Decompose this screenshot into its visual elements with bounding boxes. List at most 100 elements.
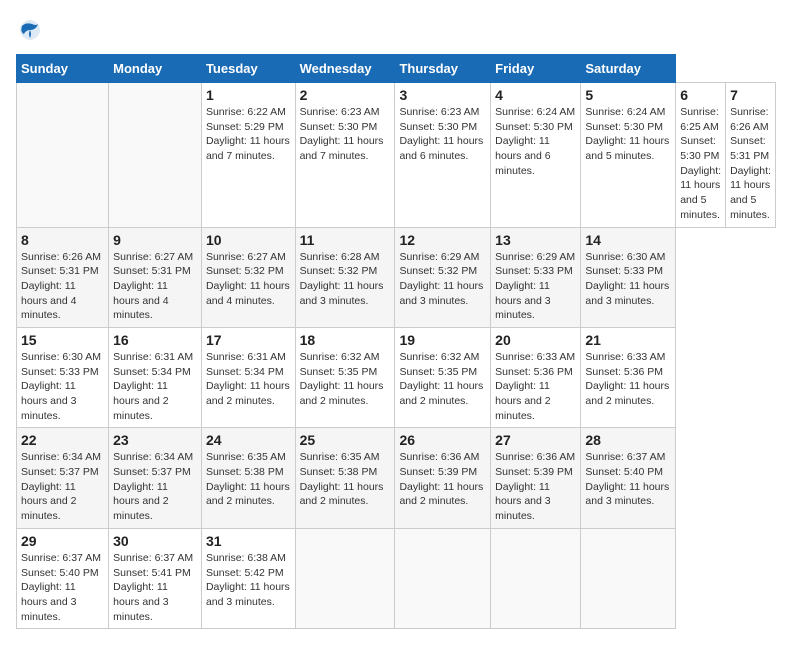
calendar-day-30: 30 Sunrise: 6:37 AMSunset: 5:41 PMDaylig… bbox=[109, 528, 202, 628]
day-info: Sunrise: 6:25 AMSunset: 5:30 PMDaylight:… bbox=[680, 105, 721, 223]
calendar-day-16: 16 Sunrise: 6:31 AMSunset: 5:34 PMDaylig… bbox=[109, 327, 202, 427]
calendar-day-26: 26 Sunrise: 6:36 AMSunset: 5:39 PMDaylig… bbox=[395, 428, 491, 528]
day-info: Sunrise: 6:33 AMSunset: 5:36 PMDaylight:… bbox=[585, 350, 671, 409]
day-number: 1 bbox=[206, 87, 291, 103]
calendar-day-27: 27 Sunrise: 6:36 AMSunset: 5:39 PMDaylig… bbox=[491, 428, 581, 528]
calendar-day-4: 4 Sunrise: 6:24 AMSunset: 5:30 PMDayligh… bbox=[491, 83, 581, 228]
day-info: Sunrise: 6:27 AMSunset: 5:32 PMDaylight:… bbox=[206, 250, 291, 309]
weekday-header-row: SundayMondayTuesdayWednesdayThursdayFrid… bbox=[17, 55, 776, 83]
calendar-day-24: 24 Sunrise: 6:35 AMSunset: 5:38 PMDaylig… bbox=[201, 428, 295, 528]
day-info: Sunrise: 6:31 AMSunset: 5:34 PMDaylight:… bbox=[113, 350, 197, 423]
calendar-day-28: 28 Sunrise: 6:37 AMSunset: 5:40 PMDaylig… bbox=[581, 428, 676, 528]
day-number: 18 bbox=[300, 332, 391, 348]
day-number: 31 bbox=[206, 533, 291, 549]
calendar-day-8: 8 Sunrise: 6:26 AMSunset: 5:31 PMDayligh… bbox=[17, 227, 109, 327]
day-number: 3 bbox=[399, 87, 486, 103]
weekday-header-saturday: Saturday bbox=[581, 55, 676, 83]
day-number: 2 bbox=[300, 87, 391, 103]
calendar-day-19: 19 Sunrise: 6:32 AMSunset: 5:35 PMDaylig… bbox=[395, 327, 491, 427]
day-info: Sunrise: 6:22 AMSunset: 5:29 PMDaylight:… bbox=[206, 105, 291, 164]
calendar-day-5: 5 Sunrise: 6:24 AMSunset: 5:30 PMDayligh… bbox=[581, 83, 676, 228]
day-info: Sunrise: 6:37 AMSunset: 5:41 PMDaylight:… bbox=[113, 551, 197, 624]
day-number: 21 bbox=[585, 332, 671, 348]
calendar-day-1: 1 Sunrise: 6:22 AMSunset: 5:29 PMDayligh… bbox=[201, 83, 295, 228]
day-info: Sunrise: 6:29 AMSunset: 5:32 PMDaylight:… bbox=[399, 250, 486, 309]
day-number: 10 bbox=[206, 232, 291, 248]
day-number: 30 bbox=[113, 533, 197, 549]
empty-cell bbox=[109, 83, 202, 228]
day-number: 8 bbox=[21, 232, 104, 248]
calendar-day-13: 13 Sunrise: 6:29 AMSunset: 5:33 PMDaylig… bbox=[491, 227, 581, 327]
calendar-day-29: 29 Sunrise: 6:37 AMSunset: 5:40 PMDaylig… bbox=[17, 528, 109, 628]
weekday-header-thursday: Thursday bbox=[395, 55, 491, 83]
calendar-day-23: 23 Sunrise: 6:34 AMSunset: 5:37 PMDaylig… bbox=[109, 428, 202, 528]
day-info: Sunrise: 6:24 AMSunset: 5:30 PMDaylight:… bbox=[495, 105, 576, 178]
day-info: Sunrise: 6:33 AMSunset: 5:36 PMDaylight:… bbox=[495, 350, 576, 423]
calendar-week-4: 29 Sunrise: 6:37 AMSunset: 5:40 PMDaylig… bbox=[17, 528, 776, 628]
day-info: Sunrise: 6:34 AMSunset: 5:37 PMDaylight:… bbox=[113, 450, 197, 523]
day-info: Sunrise: 6:37 AMSunset: 5:40 PMDaylight:… bbox=[21, 551, 104, 624]
day-info: Sunrise: 6:35 AMSunset: 5:38 PMDaylight:… bbox=[300, 450, 391, 509]
day-info: Sunrise: 6:27 AMSunset: 5:31 PMDaylight:… bbox=[113, 250, 197, 323]
weekday-header-sunday: Sunday bbox=[17, 55, 109, 83]
calendar-day-20: 20 Sunrise: 6:33 AMSunset: 5:36 PMDaylig… bbox=[491, 327, 581, 427]
calendar-week-1: 8 Sunrise: 6:26 AMSunset: 5:31 PMDayligh… bbox=[17, 227, 776, 327]
weekday-header-friday: Friday bbox=[491, 55, 581, 83]
day-number: 19 bbox=[399, 332, 486, 348]
day-info: Sunrise: 6:28 AMSunset: 5:32 PMDaylight:… bbox=[300, 250, 391, 309]
calendar-table: SundayMondayTuesdayWednesdayThursdayFrid… bbox=[16, 54, 776, 629]
day-number: 6 bbox=[680, 87, 721, 103]
day-number: 17 bbox=[206, 332, 291, 348]
day-info: Sunrise: 6:38 AMSunset: 5:42 PMDaylight:… bbox=[206, 551, 291, 610]
logo-bird-icon bbox=[16, 16, 44, 44]
day-number: 29 bbox=[21, 533, 104, 549]
day-info: Sunrise: 6:30 AMSunset: 5:33 PMDaylight:… bbox=[21, 350, 104, 423]
day-number: 4 bbox=[495, 87, 576, 103]
calendar-week-3: 22 Sunrise: 6:34 AMSunset: 5:37 PMDaylig… bbox=[17, 428, 776, 528]
calendar-day-18: 18 Sunrise: 6:32 AMSunset: 5:35 PMDaylig… bbox=[295, 327, 395, 427]
calendar-day-12: 12 Sunrise: 6:29 AMSunset: 5:32 PMDaylig… bbox=[395, 227, 491, 327]
calendar-day-6: 6 Sunrise: 6:25 AMSunset: 5:30 PMDayligh… bbox=[676, 83, 726, 228]
day-number: 11 bbox=[300, 232, 391, 248]
day-info: Sunrise: 6:26 AMSunset: 5:31 PMDaylight:… bbox=[730, 105, 771, 223]
calendar-day-22: 22 Sunrise: 6:34 AMSunset: 5:37 PMDaylig… bbox=[17, 428, 109, 528]
day-info: Sunrise: 6:36 AMSunset: 5:39 PMDaylight:… bbox=[495, 450, 576, 523]
day-number: 27 bbox=[495, 432, 576, 448]
empty-cell bbox=[295, 528, 395, 628]
day-info: Sunrise: 6:32 AMSunset: 5:35 PMDaylight:… bbox=[300, 350, 391, 409]
day-number: 24 bbox=[206, 432, 291, 448]
day-number: 22 bbox=[21, 432, 104, 448]
day-number: 26 bbox=[399, 432, 486, 448]
day-info: Sunrise: 6:36 AMSunset: 5:39 PMDaylight:… bbox=[399, 450, 486, 509]
calendar-day-25: 25 Sunrise: 6:35 AMSunset: 5:38 PMDaylig… bbox=[295, 428, 395, 528]
day-number: 16 bbox=[113, 332, 197, 348]
day-info: Sunrise: 6:31 AMSunset: 5:34 PMDaylight:… bbox=[206, 350, 291, 409]
calendar-day-21: 21 Sunrise: 6:33 AMSunset: 5:36 PMDaylig… bbox=[581, 327, 676, 427]
day-number: 9 bbox=[113, 232, 197, 248]
calendar-day-10: 10 Sunrise: 6:27 AMSunset: 5:32 PMDaylig… bbox=[201, 227, 295, 327]
calendar-day-7: 7 Sunrise: 6:26 AMSunset: 5:31 PMDayligh… bbox=[726, 83, 776, 228]
day-number: 7 bbox=[730, 87, 771, 103]
calendar-week-2: 15 Sunrise: 6:30 AMSunset: 5:33 PMDaylig… bbox=[17, 327, 776, 427]
day-info: Sunrise: 6:23 AMSunset: 5:30 PMDaylight:… bbox=[399, 105, 486, 164]
day-number: 28 bbox=[585, 432, 671, 448]
logo bbox=[16, 16, 48, 44]
calendar-week-0: 1 Sunrise: 6:22 AMSunset: 5:29 PMDayligh… bbox=[17, 83, 776, 228]
weekday-header-wednesday: Wednesday bbox=[295, 55, 395, 83]
empty-cell bbox=[395, 528, 491, 628]
empty-cell bbox=[491, 528, 581, 628]
day-info: Sunrise: 6:23 AMSunset: 5:30 PMDaylight:… bbox=[300, 105, 391, 164]
day-info: Sunrise: 6:24 AMSunset: 5:30 PMDaylight:… bbox=[585, 105, 671, 164]
calendar-day-9: 9 Sunrise: 6:27 AMSunset: 5:31 PMDayligh… bbox=[109, 227, 202, 327]
weekday-header-tuesday: Tuesday bbox=[201, 55, 295, 83]
calendar-day-15: 15 Sunrise: 6:30 AMSunset: 5:33 PMDaylig… bbox=[17, 327, 109, 427]
calendar-day-2: 2 Sunrise: 6:23 AMSunset: 5:30 PMDayligh… bbox=[295, 83, 395, 228]
calendar-day-3: 3 Sunrise: 6:23 AMSunset: 5:30 PMDayligh… bbox=[395, 83, 491, 228]
day-info: Sunrise: 6:34 AMSunset: 5:37 PMDaylight:… bbox=[21, 450, 104, 523]
day-info: Sunrise: 6:35 AMSunset: 5:38 PMDaylight:… bbox=[206, 450, 291, 509]
day-info: Sunrise: 6:32 AMSunset: 5:35 PMDaylight:… bbox=[399, 350, 486, 409]
weekday-header-monday: Monday bbox=[109, 55, 202, 83]
day-number: 13 bbox=[495, 232, 576, 248]
day-number: 12 bbox=[399, 232, 486, 248]
calendar-day-17: 17 Sunrise: 6:31 AMSunset: 5:34 PMDaylig… bbox=[201, 327, 295, 427]
